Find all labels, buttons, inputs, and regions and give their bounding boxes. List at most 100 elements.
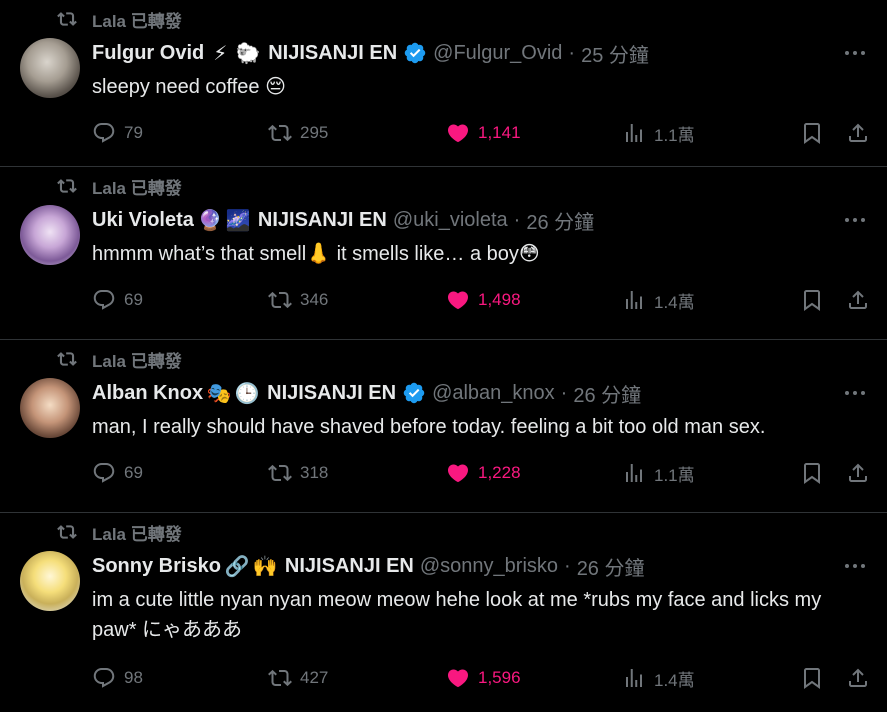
name-emoji: 🕒 [234, 382, 260, 405]
tweet[interactable]: Lala 已轉發 Sonny Brisko 🔗 🙌 NIJISANJI EN @… [0, 513, 887, 712]
tweet[interactable]: Lala 已轉發 Alban Knox 🎭 🕒 NIJISANJI EN @al… [0, 340, 887, 513]
name-emoji: ⚡ [213, 42, 228, 65]
like-button[interactable]: 1,228 [446, 461, 521, 485]
reply-button[interactable]: 69 [92, 461, 143, 485]
timestamp[interactable]: 26 分鐘 [577, 552, 645, 581]
avatar[interactable] [20, 378, 80, 438]
repost-button[interactable]: 346 [268, 288, 328, 312]
like-count: 1,228 [478, 463, 521, 482]
name-emoji: 🔗 [224, 555, 250, 578]
views-button[interactable]: 1.1萬 [622, 461, 695, 486]
share-button[interactable] [846, 461, 870, 485]
reply-icon [92, 461, 116, 485]
share-icon [846, 288, 870, 312]
timestamp[interactable]: 25 分鐘 [581, 39, 649, 68]
repost-button[interactable]: 318 [268, 461, 328, 485]
affiliation: NIJISANJI EN [284, 554, 414, 577]
avatar[interactable] [20, 551, 80, 611]
display-name[interactable]: Fulgur Ovid [92, 42, 204, 65]
reply-button[interactable]: 79 [92, 121, 143, 145]
handle[interactable]: @sonny_brisko [420, 555, 558, 578]
affiliation: NIJISANJI EN [268, 41, 398, 64]
repost-label: Lala 已轉發 [92, 178, 182, 198]
avatar[interactable] [20, 38, 80, 98]
affiliation: NIJISANJI EN [267, 381, 397, 404]
repost-indicator[interactable]: Lala 已轉發 [54, 8, 182, 31]
timestamp[interactable]: 26 分鐘 [573, 379, 641, 408]
reply-button[interactable]: 98 [92, 666, 143, 690]
bookmark-button[interactable] [800, 121, 824, 145]
more-options-icon[interactable] [843, 42, 867, 64]
repost-icon [54, 349, 80, 369]
reply-icon [92, 666, 116, 690]
heart-icon [446, 666, 470, 690]
view-count: 1.4萬 [654, 670, 695, 690]
more-options-icon[interactable] [843, 382, 867, 404]
verified-badge-icon [402, 381, 426, 405]
action-bar: 98 427 1,596 1.4萬 [92, 663, 873, 693]
like-count: 1,141 [478, 123, 521, 142]
share-button[interactable] [846, 666, 870, 690]
bookmark-button[interactable] [800, 666, 824, 690]
handle[interactable]: @alban_knox [432, 382, 555, 405]
handle[interactable]: @Fulgur_Ovid [433, 42, 562, 65]
tweet-text: hmmm what’s that smell👃 it smells like… … [92, 243, 540, 265]
tweet[interactable]: Lala 已轉發 Uki Violeta 🔮 🌌 NIJISANJI EN @u… [0, 167, 887, 340]
tweet-header: Uki Violeta 🔮 🌌 NIJISANJI EN @uki_violet… [92, 206, 594, 235]
handle[interactable]: @uki_violeta [393, 209, 508, 232]
name-emoji: 🙌 [252, 555, 278, 578]
repost-indicator[interactable]: Lala 已轉發 [54, 175, 182, 198]
share-icon [846, 666, 870, 690]
separator: · [513, 208, 521, 231]
share-button[interactable] [846, 121, 870, 145]
reply-button[interactable]: 69 [92, 288, 143, 312]
bookmark-icon [800, 288, 824, 312]
repost-button[interactable]: 295 [268, 121, 328, 145]
display-name[interactable]: Uki Violeta [92, 209, 194, 232]
repost-indicator[interactable]: Lala 已轉發 [54, 348, 182, 371]
more-options-icon[interactable] [843, 209, 867, 231]
repost-count: 427 [300, 668, 329, 687]
reply-count: 69 [124, 463, 143, 482]
share-button[interactable] [846, 288, 870, 312]
avatar[interactable] [20, 205, 80, 265]
tweet-header: Alban Knox 🎭 🕒 NIJISANJI EN @alban_knox … [92, 379, 641, 408]
view-count: 1.1萬 [654, 465, 695, 485]
views-icon [622, 666, 646, 690]
bookmark-button[interactable] [800, 288, 824, 312]
name-emoji: 🌌 [225, 209, 251, 232]
like-button[interactable]: 1,498 [446, 288, 521, 312]
views-button[interactable]: 1.4萬 [622, 288, 695, 313]
repost-icon [54, 9, 80, 29]
repost-icon [268, 288, 292, 312]
like-count: 1,498 [478, 290, 521, 309]
more-options-icon[interactable] [843, 555, 867, 577]
reply-icon [92, 288, 116, 312]
like-button[interactable]: 1,141 [446, 121, 521, 145]
bookmark-icon [800, 461, 824, 485]
repost-icon [54, 522, 80, 542]
separator: · [568, 41, 576, 64]
view-count: 1.4萬 [654, 292, 695, 312]
action-bar: 69 318 1,228 1.1萬 [92, 458, 873, 488]
views-button[interactable]: 1.4萬 [622, 666, 695, 691]
tweet[interactable]: Lala 已轉發 Fulgur Ovid ⚡ 🐑 NIJISANJI EN @F… [0, 0, 887, 167]
timestamp[interactable]: 26 分鐘 [526, 206, 594, 235]
display-name[interactable]: Alban Knox [92, 382, 203, 405]
separator: · [564, 554, 571, 577]
repost-icon [54, 176, 80, 196]
bookmark-button[interactable] [800, 461, 824, 485]
views-button[interactable]: 1.1萬 [622, 121, 695, 146]
repost-indicator[interactable]: Lala 已轉發 [54, 521, 182, 544]
action-bar: 79 295 1,141 1.1萬 [92, 118, 873, 148]
reply-count: 98 [124, 668, 143, 687]
tweet-text: sleepy need coffee 😔 [92, 76, 286, 98]
like-button[interactable]: 1,596 [446, 666, 521, 690]
name-emoji: 🐑 [235, 42, 261, 65]
repost-button[interactable]: 427 [268, 666, 328, 690]
reply-count: 79 [124, 123, 143, 142]
display-name[interactable]: Sonny Brisko [92, 555, 221, 578]
repost-count: 318 [300, 463, 329, 482]
verified-badge-icon [403, 41, 427, 65]
tweet-header: Sonny Brisko 🔗 🙌 NIJISANJI EN @sonny_bri… [92, 552, 645, 581]
